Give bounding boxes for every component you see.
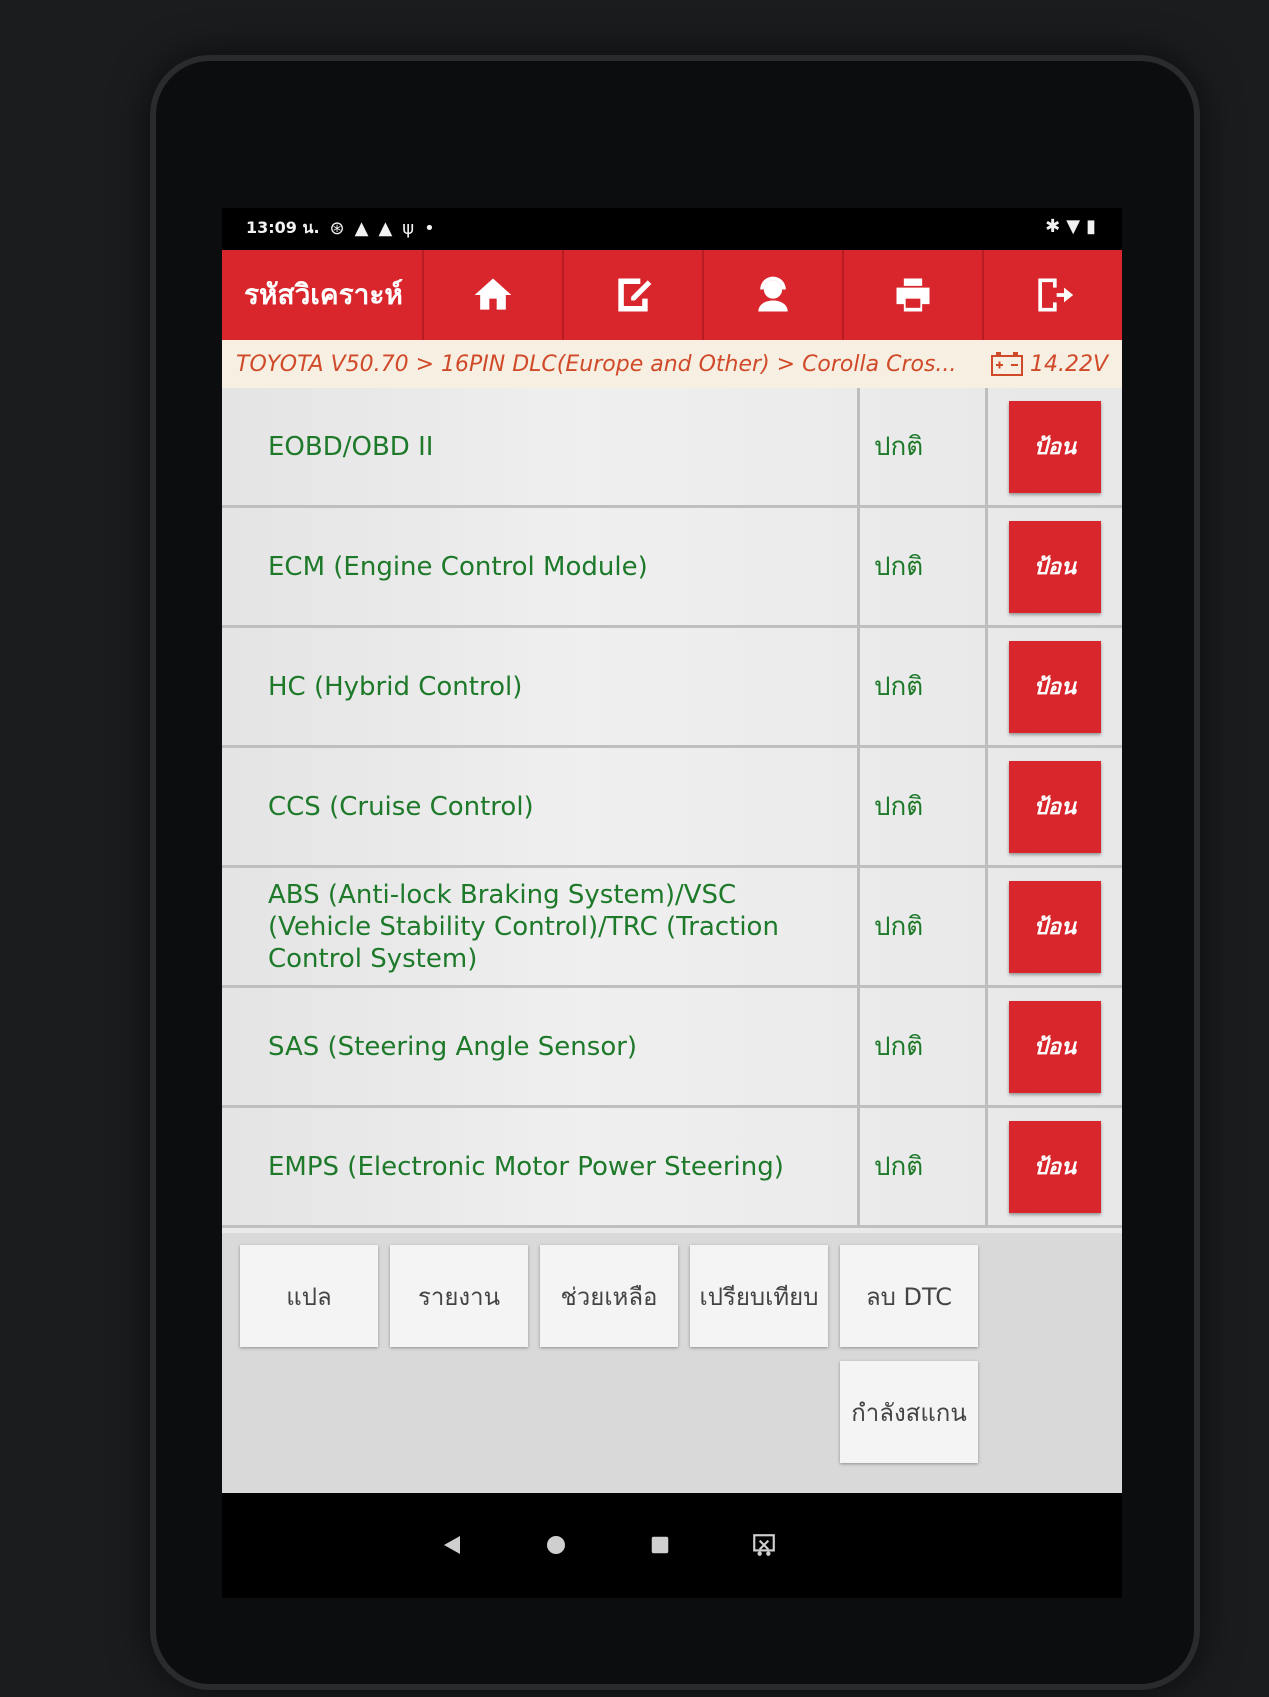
table-row[interactable]: EMPS (Electronic Motor Power Steering) ป… [222,1108,1122,1228]
dot-icon: • [424,217,435,239]
clear-dtc-button[interactable]: ลบ DTC [840,1245,978,1347]
page-title: รหัสวิเคราะห์ [244,278,403,311]
android-nav-bar [222,1493,1122,1598]
wifi-icon: ▼ [1066,216,1087,237]
enter-button[interactable]: ป้อน [1009,520,1101,613]
table-row[interactable]: CCS (Cruise Control) ปกติ ป้อน [222,748,1122,868]
system-name: CCS (Cruise Control) [222,748,860,865]
system-status: ปกติ [860,748,988,865]
system-status: ปกติ [860,388,988,505]
screenshot-button[interactable] [746,1527,782,1563]
usb-icon: ψ [402,217,415,239]
warning-icon: ▲ [354,217,369,239]
app-header: รหัสวิเคราะห์ [222,250,1122,340]
home-circle-icon [547,1536,565,1554]
nfc-icon: ⊛ [329,217,345,239]
system-name: SAS (Steering Angle Sensor) [222,988,860,1105]
system-list: EOBD/OBD II ปกติ ป้อน ECM (Engine Contro… [222,388,1122,1233]
print-button[interactable] [842,250,982,340]
bluetooth-icon: ✱ [1045,216,1067,237]
home-icon [474,278,512,310]
home-button[interactable] [422,250,562,340]
breadcrumb-path: TOYOTA V50.70 > 16PIN DLC(Europe and Oth… [236,351,957,377]
enter-button[interactable]: ป้อน [1009,1120,1101,1213]
enter-button[interactable]: ป้อน [1009,640,1101,733]
voltage-indicator: 14.22V [990,351,1108,377]
action-cell: ป้อน [988,868,1122,985]
support-button[interactable] [702,250,842,340]
table-row[interactable]: EOBD/OBD II ปกติ ป้อน [222,388,1122,508]
back-icon [444,1536,460,1554]
action-cell: ป้อน [988,508,1122,625]
report-button[interactable]: รายงาน [390,1245,528,1347]
voltage-value: 14.22V [1029,351,1108,377]
tablet-screen: 13:09 น. ⊛ ▲ ▲ ψ • ✱▼▮ รหัสวิเคราะห์ TOY… [222,208,1122,1598]
action-cell: ป้อน [988,628,1122,745]
system-name: ECM (Engine Control Module) [222,508,860,625]
support-agent-icon [758,276,788,312]
system-name: ABS (Anti-lock Braking System)/VSC (Vehi… [222,868,860,985]
compare-button[interactable]: เปรียบเทียบ [690,1245,828,1347]
action-cell: ป้อน [988,1108,1122,1225]
system-name: EOBD/OBD II [222,388,860,505]
enter-button[interactable]: ป้อน [1009,880,1101,973]
battery-icon: ▮ [1086,216,1102,237]
system-name: EMPS (Electronic Motor Power Steering) [222,1108,860,1225]
system-status: ปกติ [860,508,988,625]
battery-voltage-icon [990,352,1023,376]
home-nav-button[interactable] [538,1527,574,1563]
table-row[interactable]: HC (Hybrid Control) ปกติ ป้อน [222,628,1122,748]
system-status: ปกติ [860,988,988,1105]
translate-button[interactable]: แปล [240,1245,378,1347]
help-button[interactable]: ช่วยเหลือ [540,1245,678,1347]
status-time: 13:09 น. [246,217,320,237]
exit-button[interactable] [982,250,1122,340]
bottom-toolbar: แปล รายงาน ช่วยเหลือ เปรียบเทียบ ลบ DTC … [222,1233,1122,1493]
table-row[interactable]: SAS (Steering Angle Sensor) ปกติ ป้อน [222,988,1122,1108]
enter-button[interactable]: ป้อน [1009,1000,1101,1093]
system-name: HC (Hybrid Control) [222,628,860,745]
warning-icon: ▲ [378,217,393,239]
scanning-button[interactable]: กำลังสแกน [840,1361,978,1463]
action-cell: ป้อน [988,988,1122,1105]
action-cell: ป้อน [988,388,1122,505]
back-button[interactable] [434,1527,470,1563]
print-icon [896,278,930,312]
exit-icon [1038,278,1074,312]
table-row[interactable]: ECM (Engine Control Module) ปกติ ป้อน [222,508,1122,628]
recents-icon [651,1536,669,1554]
recents-button[interactable] [642,1527,678,1563]
system-status: ปกติ [860,1108,988,1225]
status-bar: 13:09 น. ⊛ ▲ ▲ ψ • ✱▼▮ [222,208,1122,248]
edit-icon [618,278,652,312]
screenshot-icon [753,1534,775,1556]
system-status: ปกติ [860,868,988,985]
enter-button[interactable]: ป้อน [1009,760,1101,853]
status-right-icons: ✱▼▮ [1045,216,1102,237]
edit-button[interactable] [562,250,702,340]
breadcrumb: TOYOTA V50.70 > 16PIN DLC(Europe and Oth… [222,340,1122,388]
enter-button[interactable]: ป้อน [1009,400,1101,493]
table-row[interactable]: ABS (Anti-lock Braking System)/VSC (Vehi… [222,868,1122,988]
action-cell: ป้อน [988,748,1122,865]
system-status: ปกติ [860,628,988,745]
